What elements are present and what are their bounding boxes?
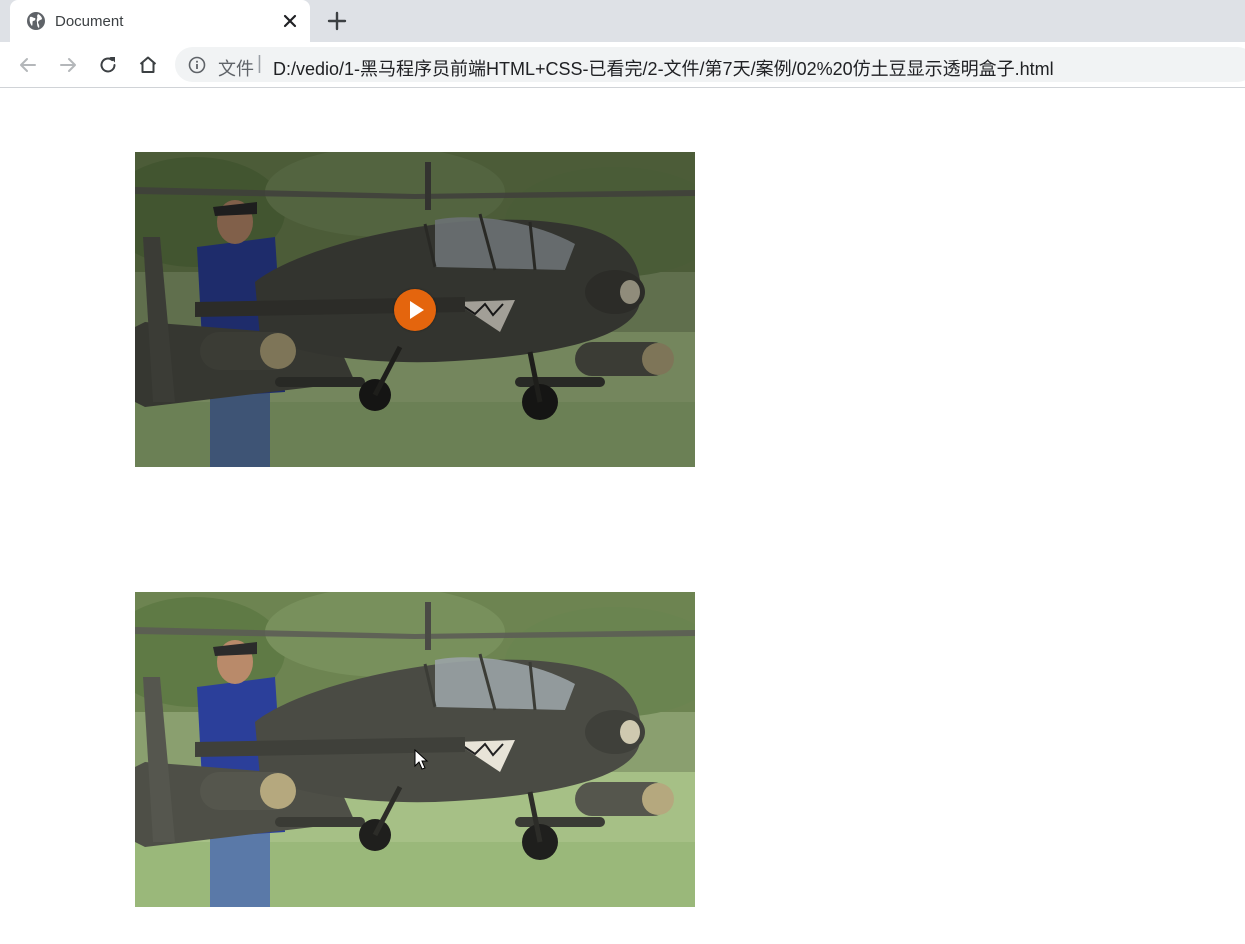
forward-arrow-icon[interactable] xyxy=(56,53,80,77)
plus-icon[interactable] xyxy=(325,9,349,33)
info-icon[interactable] xyxy=(188,56,206,74)
close-icon[interactable] xyxy=(279,10,301,32)
browser-toolbar: 文件 | D:/vedio/1-黑马程序员前端HTML+CSS-已看完/2-文件… xyxy=(0,42,1245,88)
mouse-cursor-icon xyxy=(414,749,429,770)
back-arrow-icon[interactable] xyxy=(16,53,40,77)
video-thumbnail-hover[interactable] xyxy=(135,152,695,467)
scheme-label: 文件 xyxy=(218,59,254,79)
active-tab[interactable]: Document xyxy=(10,0,310,42)
play-button[interactable] xyxy=(394,289,436,331)
video-thumbnail[interactable] xyxy=(135,592,695,907)
tab-strip: Document xyxy=(0,0,1245,42)
play-icon xyxy=(410,301,424,319)
address-bar[interactable]: 文件 | D:/vedio/1-黑马程序员前端HTML+CSS-已看完/2-文件… xyxy=(175,47,1245,82)
url-separator: | xyxy=(257,53,262,74)
tab-title: Document xyxy=(55,13,124,30)
home-icon[interactable] xyxy=(136,53,160,77)
globe-icon xyxy=(27,12,45,30)
reload-icon[interactable] xyxy=(96,53,120,77)
url-text[interactable]: D:/vedio/1-黑马程序员前端HTML+CSS-已看完/2-文件/第7天/… xyxy=(273,55,1054,81)
